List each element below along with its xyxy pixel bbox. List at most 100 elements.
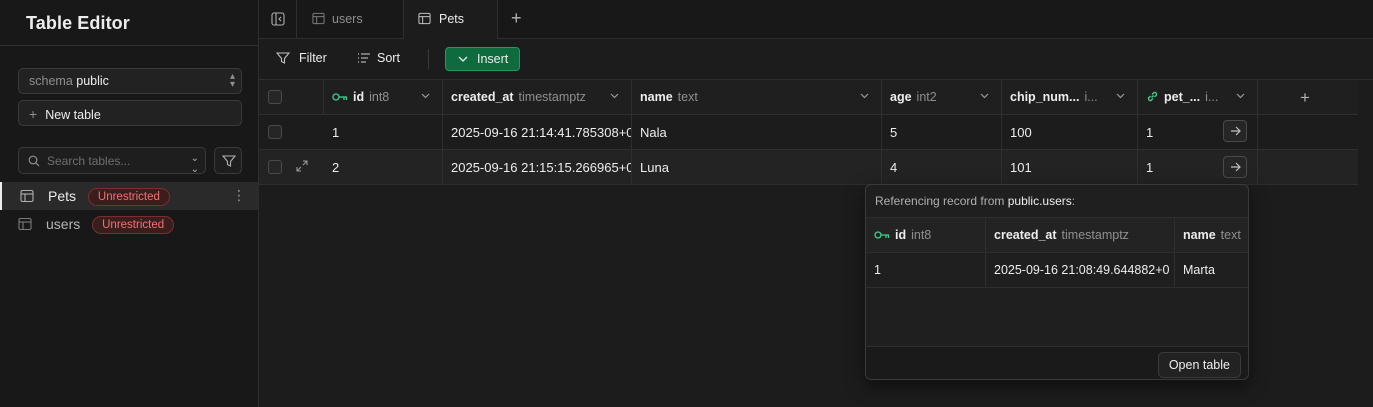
cell-value[interactable]: 2025-09-16 21:15:15.266965+00 [443,150,632,185]
sidebar-title: Table Editor [0,0,258,46]
plus-icon: + [29,106,38,122]
chevron-down-icon[interactable] [860,93,869,99]
column-type: int8 [369,90,390,104]
tab-users[interactable]: users [298,0,404,39]
cell-value: 2 [332,160,340,175]
row-select-cell: 1 [259,115,443,150]
view-referenced-record-button[interactable] [1223,120,1247,142]
column-header-chip-number[interactable]: chip_num... i... [1002,80,1138,115]
popover-column-id: id int8 [866,218,986,253]
cell-value[interactable]: Nala [632,115,882,150]
unrestricted-badge: Unrestricted [92,216,175,234]
column-name: name [640,90,673,104]
toolbar-divider [428,49,429,69]
cell-value[interactable]: 100 [1002,115,1138,150]
key-icon [874,231,890,239]
column-type: i... [1205,90,1219,104]
column-type: timestamptz [518,90,586,104]
column-type: int2 [916,90,937,104]
new-table-button[interactable]: + New table [18,100,242,126]
column-name: chip_num... [1010,90,1080,104]
column-name: created_at [451,90,514,104]
chevron-down-icon[interactable] [1236,93,1245,99]
table-icon [312,12,325,25]
cell-value[interactable]: 5 [882,115,1002,150]
unrestricted-badge: Unrestricted [87,188,170,206]
expand-icon[interactable] [296,160,308,172]
cell-value[interactable]: 4 [882,150,1002,185]
select-all-cell [259,80,324,115]
sidebar-item-label: Pets [48,188,77,204]
column-name: age [890,90,912,104]
cell-value[interactable]: Luna [632,150,882,185]
popover-heading: Referencing record from public.users: [866,185,1248,218]
column-header-created-at[interactable]: created_at timestamptz [443,80,632,115]
column-type: i... [1084,90,1098,104]
column-header-id[interactable]: id int8 [324,80,443,115]
row-checkbox[interactable] [268,125,282,139]
empty-cell [1258,115,1358,150]
filter-icon [222,155,236,167]
key-icon [332,93,348,101]
column-name: pet_... [1164,90,1201,104]
table-row[interactable]: 1 2025-09-16 21:14:41.785308+00 Nala 5 1… [259,115,1358,150]
sidebar-item-users[interactable]: users Unrestricted [0,210,258,238]
insert-button[interactable]: Insert [445,47,520,71]
row-checkbox[interactable] [268,160,282,174]
column-header-age[interactable]: age int2 [882,80,1002,115]
popover-data-row: 1 2025-09-16 21:08:49.644882+0 Marta [866,253,1248,288]
tab-bar: users Pets + [259,0,1373,40]
sidebar-item-label: users [46,216,81,232]
table-row[interactable]: 2 2025-09-16 21:15:15.266965+00 Luna 4 1… [259,150,1358,185]
insert-label: Insert [477,52,509,66]
sort-label: Sort [377,51,400,65]
select-all-checkbox[interactable] [268,90,282,104]
cell-value[interactable]: 101 [1002,150,1138,185]
add-tab-icon[interactable]: + [511,8,522,29]
filter-button[interactable]: Filter [276,51,327,65]
tab-pets[interactable]: Pets [404,0,498,40]
cell-value: 1 [866,253,986,288]
chevron-down-icon[interactable] [980,93,989,99]
filter-tables-button[interactable] [214,147,242,174]
search-icon [28,155,40,167]
column-name: name [1183,228,1216,242]
popover-heading-suffix: : [1071,194,1076,208]
popover-heading-table: public.users [1007,194,1072,208]
arrow-right-icon [1231,162,1241,172]
view-referenced-record-button[interactable] [1223,156,1247,178]
column-type: text [677,90,698,104]
chevron-down-icon[interactable] [610,93,619,99]
add-column-cell: + [1258,80,1358,115]
chevron-down-icon[interactable] [1116,93,1125,99]
chevrons-icon[interactable]: ⌄ ⌄ [191,153,199,175]
schema-value: public [76,74,109,88]
add-column-icon[interactable]: + [1300,88,1310,108]
schema-select[interactable]: schema public ▴ ▾ [18,68,242,94]
sidebar-toggle-button[interactable] [259,0,297,38]
empty-cell [1258,150,1358,185]
column-type: int8 [911,228,932,242]
more-vertical-icon[interactable]: ⋮ [232,187,246,204]
schema-prefix: schema [29,74,73,88]
sort-button[interactable]: Sort [357,51,400,65]
arrow-right-icon [1231,126,1241,136]
column-type: timestamptz [1061,228,1129,242]
chevron-down-icon[interactable] [421,93,430,99]
panel-left-icon [271,12,285,26]
table-icon [418,12,431,25]
cell-value[interactable]: 2025-09-16 21:14:41.785308+00 [443,115,632,150]
chevron-down-icon [458,56,468,62]
search-placeholder: Search tables... [47,154,131,168]
column-name: created_at [994,228,1057,242]
table-icon [20,189,34,203]
popover-heading-prefix: Referencing record from [875,194,1005,208]
filter-icon [276,52,290,64]
search-tables-input[interactable]: Search tables... ⌄ ⌄ [18,147,206,175]
popover-header-row: id int8 created_at timestamptz name text [866,218,1248,253]
sidebar: Table Editor schema public ▴ ▾ + New table… [0,0,259,407]
column-header-name[interactable]: name text [632,80,882,115]
open-table-button[interactable]: Open table [1157,352,1241,378]
sidebar-item-pets[interactable]: Pets Unrestricted ⋮ [0,182,258,210]
column-header-pet-fk[interactable]: pet_... i... [1138,80,1258,115]
